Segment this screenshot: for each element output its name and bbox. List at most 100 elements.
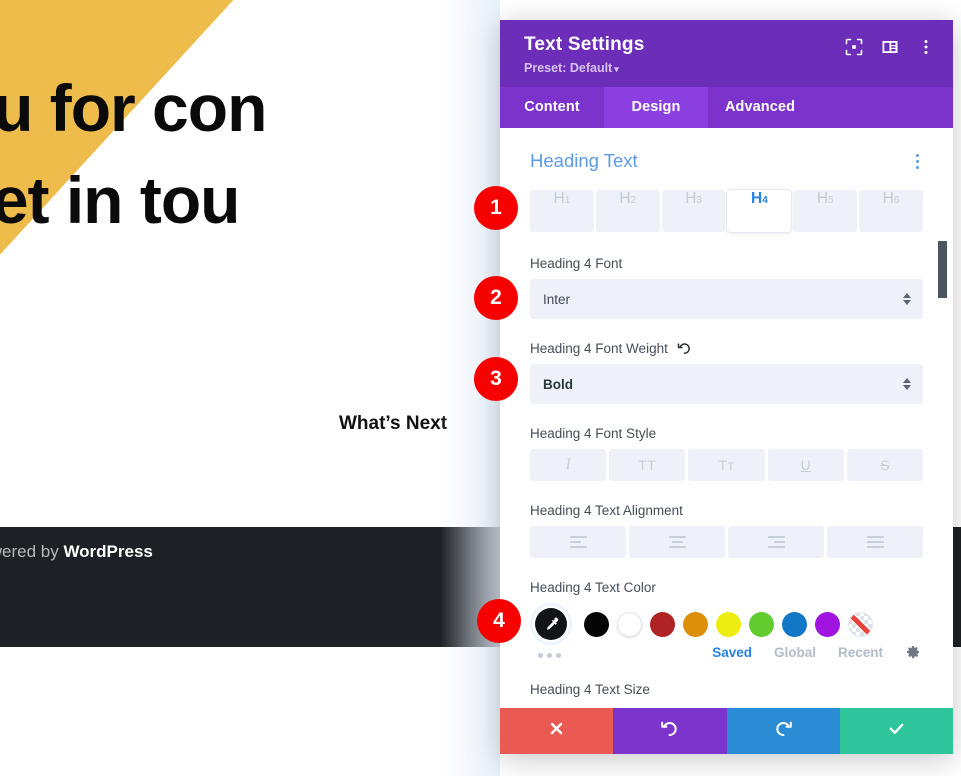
h4-number: 4 — [762, 195, 768, 206]
strikethrough-glyph: S — [880, 457, 890, 473]
font-value: Inter — [543, 291, 571, 307]
font-select[interactable]: Inter — [530, 279, 923, 319]
palette-tab-saved[interactable]: Saved — [712, 645, 752, 660]
swatch-dark-red[interactable] — [650, 611, 675, 637]
h5-number: 5 — [828, 195, 834, 206]
eyedropper-icon[interactable] — [535, 608, 567, 640]
h6-letter: H — [882, 190, 894, 207]
align-justify-button[interactable] — [827, 526, 923, 558]
palette-tab-recent[interactable]: Recent — [838, 645, 883, 660]
uppercase-button[interactable]: TT — [609, 449, 686, 481]
heading-level-h3[interactable]: H3 — [661, 190, 726, 232]
panel-tabs: Content Design Advanced — [500, 87, 953, 128]
palette-tabs: Saved Global Recent — [530, 644, 923, 660]
text-size-label: Heading 4 Text Size — [530, 682, 650, 697]
redo-button[interactable] — [726, 708, 840, 754]
align-justify-icon — [866, 536, 884, 548]
heading-level-h4[interactable]: H4 — [727, 190, 792, 232]
font-weight-field: Heading 4 Font Weight Bold — [530, 341, 923, 404]
h1-number: 1 — [564, 195, 571, 206]
text-color-label: Heading 4 Text Color — [530, 580, 656, 595]
annotation-badge-1: 1 — [474, 186, 518, 230]
heading-level-h2[interactable]: H2 — [595, 190, 660, 232]
text-alignment-group — [530, 526, 923, 558]
text-alignment-field: Heading 4 Text Alignment — [530, 503, 923, 558]
whats-next-heading: What’s Next — [339, 413, 448, 434]
underline-button[interactable]: U — [767, 449, 844, 481]
h2-letter: H — [619, 190, 631, 207]
capitalize-button[interactable]: Tᴛ — [688, 449, 765, 481]
text-alignment-label: Heading 4 Text Alignment — [530, 503, 683, 518]
swatch-orange[interactable] — [683, 611, 708, 637]
font-weight-label: Heading 4 Font Weight — [530, 341, 668, 356]
undo-button[interactable] — [613, 708, 727, 754]
annotation-badge-3: 3 — [474, 357, 518, 401]
h5-letter: H — [816, 190, 829, 207]
swatch-purple[interactable] — [815, 611, 840, 637]
font-style-field: Heading 4 Font Style I TT Tᴛ U S — [530, 426, 924, 481]
swatch-blue[interactable] — [782, 611, 807, 637]
h4-letter: H — [751, 190, 763, 207]
preset-selector[interactable]: Preset: Default ▾ — [524, 61, 933, 75]
text-settings-panel: Text Settings Preset: Default ▾ Content … — [500, 20, 953, 754]
layout-icon[interactable] — [881, 38, 899, 56]
italic-glyph: I — [565, 456, 571, 473]
h6-number: 6 — [893, 195, 900, 206]
panel-scrollbar-track[interactable] — [938, 128, 950, 708]
screen-root: ank you for con We'll get in tou What’s … — [0, 0, 961, 776]
align-right-button[interactable] — [728, 526, 824, 558]
focus-icon[interactable] — [845, 38, 863, 56]
capitalize-glyph: Tᴛ — [718, 457, 735, 473]
redo-icon — [774, 719, 793, 743]
swatch-black[interactable] — [584, 611, 609, 637]
swatch-green[interactable] — [749, 611, 774, 637]
font-style-label: Heading 4 Font Style — [530, 426, 657, 441]
swatch-white[interactable] — [617, 611, 642, 637]
heading-level-group: H1 H2 H3 H4 H5 H6 — [530, 190, 923, 232]
italic-button[interactable]: I — [530, 449, 607, 481]
font-weight-label-row: Heading 4 Font Weight — [530, 341, 923, 356]
heading-level-h1[interactable]: H1 — [530, 190, 594, 232]
cancel-button[interactable] — [500, 708, 614, 754]
panel-header: Text Settings Preset: Default ▾ — [500, 20, 953, 87]
palette-tab-global[interactable]: Global — [774, 645, 816, 660]
footer-powered-brand[interactable]: WordPress — [63, 542, 152, 561]
panel-scroll-body: Heading Text H1 H2 H3 H 4 H 5 H 6 Headin… — [500, 128, 953, 708]
panel-header-icons — [845, 38, 935, 56]
font-weight-value: Bold — [543, 376, 573, 392]
section-header: Heading Text — [530, 150, 923, 172]
section-options-icon[interactable] — [912, 152, 923, 171]
strikethrough-button[interactable]: S — [846, 449, 924, 481]
chevron-down-icon: ▾ — [614, 64, 619, 74]
align-left-button[interactable] — [530, 526, 626, 558]
align-right-icon — [767, 536, 785, 548]
h3-letter: H — [685, 190, 697, 207]
undo-icon — [660, 719, 679, 743]
heading-level-h6[interactable]: H6 — [859, 190, 923, 232]
h2-number: 2 — [630, 195, 637, 206]
swatch-transparent[interactable] — [848, 611, 873, 637]
annotation-badge-4: 4 — [477, 599, 521, 643]
text-color-field: Heading 4 Text Color Saved Global Recent — [530, 580, 923, 660]
eyedropper-swatch[interactable] — [530, 603, 572, 645]
annotation-badge-2: 2 — [474, 276, 518, 320]
font-select-stepper-icon — [903, 293, 911, 305]
heading-level-h5[interactable]: H5 — [793, 190, 858, 232]
tab-content[interactable]: Content — [500, 87, 604, 128]
h1-letter: H — [553, 190, 565, 207]
font-label: Heading 4 Font — [530, 256, 623, 271]
panel-scrollbar-thumb[interactable] — [938, 241, 947, 298]
tab-design[interactable]: Design — [604, 87, 708, 128]
align-center-button[interactable] — [629, 526, 725, 558]
reset-icon[interactable] — [677, 341, 692, 356]
gear-icon[interactable] — [905, 644, 921, 660]
uppercase-glyph: TT — [638, 457, 657, 473]
footer-powered-prefix: Powered by — [0, 542, 59, 561]
check-icon — [887, 719, 906, 743]
swatch-yellow[interactable] — [716, 611, 741, 637]
more-options-icon[interactable] — [917, 38, 935, 56]
font-weight-select[interactable]: Bold — [530, 364, 923, 404]
save-button[interactable] — [839, 708, 953, 754]
font-weight-stepper-icon — [903, 378, 911, 390]
tab-advanced[interactable]: Advanced — [708, 87, 812, 128]
